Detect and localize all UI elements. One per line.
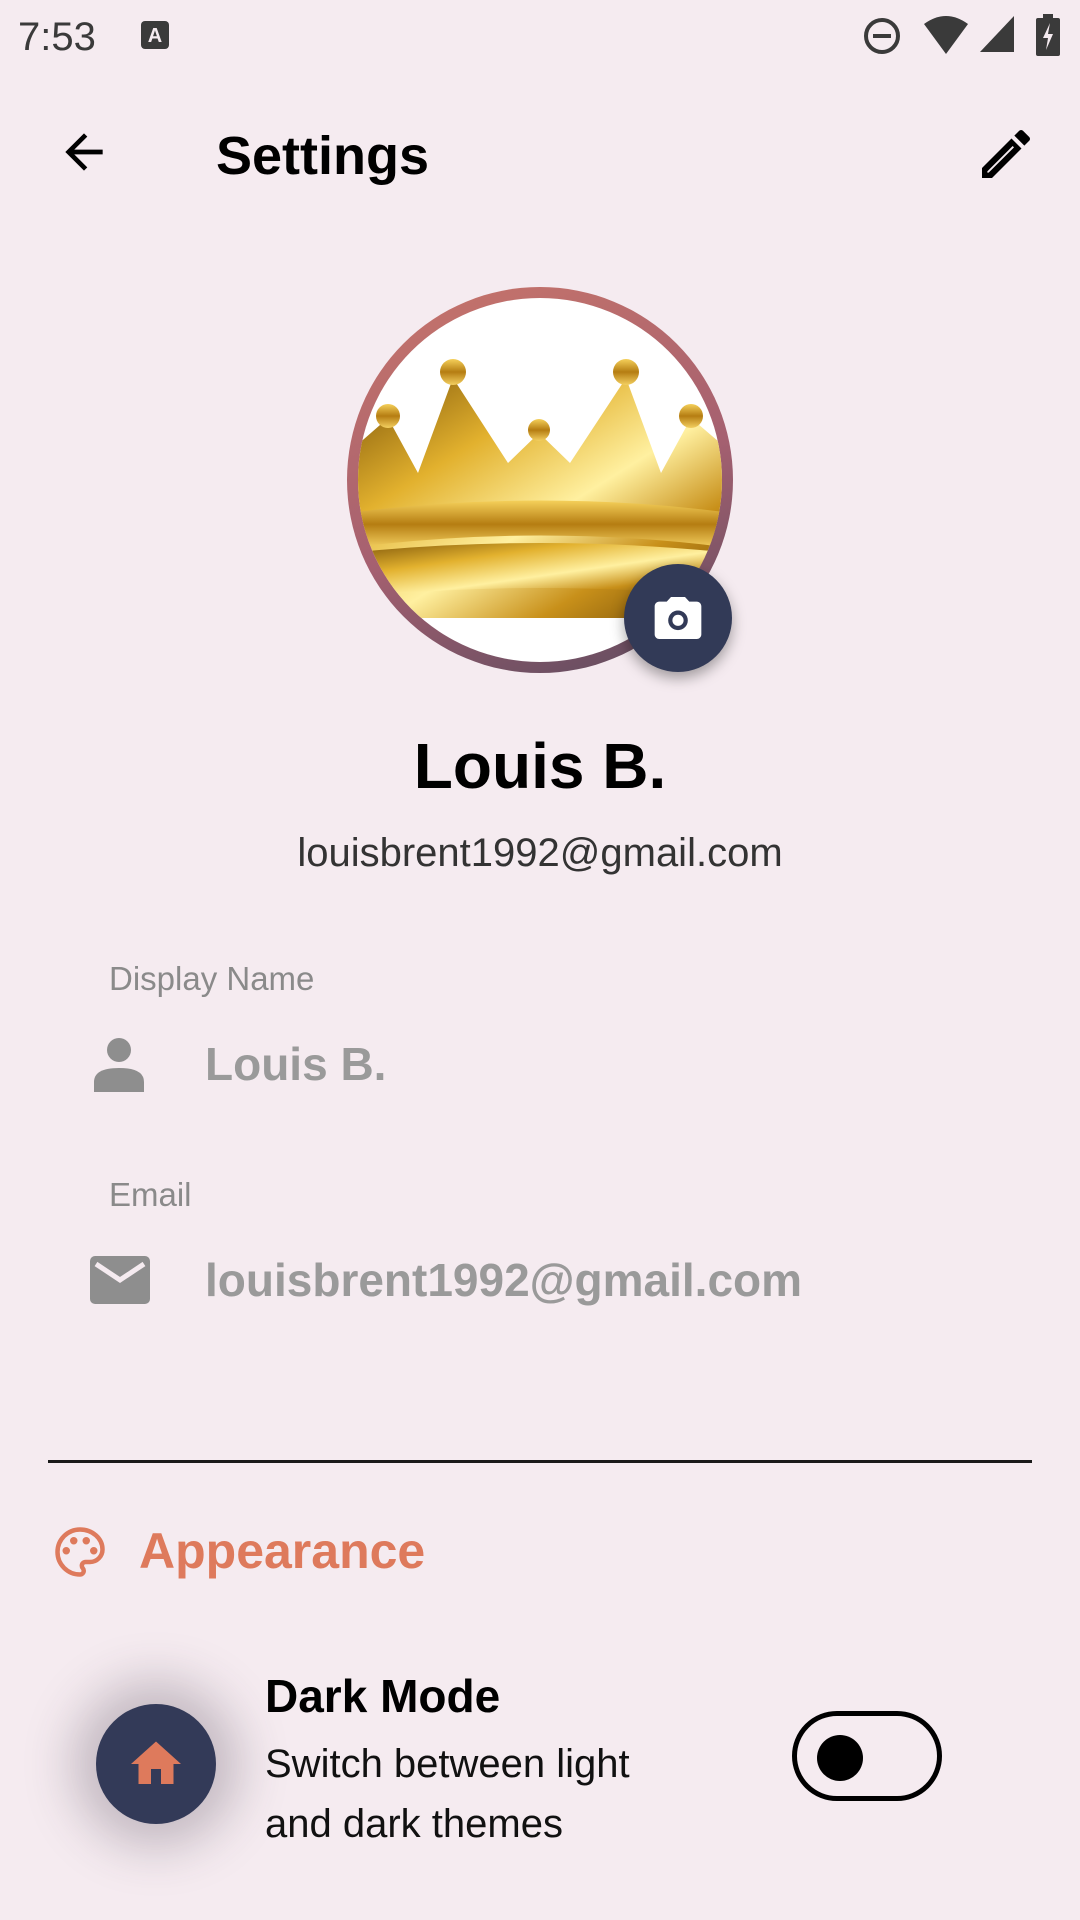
arrow-back-icon	[65, 133, 103, 171]
do-not-disturb-icon	[864, 18, 900, 54]
wifi-icon	[924, 16, 968, 54]
status-time: 7:53	[18, 15, 96, 59]
pencil-icon	[982, 129, 1031, 178]
email-field[interactable]: louisbrent1992@gmail.com	[205, 1252, 802, 1308]
email-icon	[90, 1256, 150, 1304]
display-name-field[interactable]: Louis B.	[205, 1036, 386, 1092]
page-title: Settings	[216, 126, 430, 186]
toggle-knob	[817, 1735, 863, 1781]
a-notification-icon: A	[141, 21, 169, 49]
dark-mode-title: Dark Mode	[265, 1670, 501, 1722]
email-label: Email	[109, 1176, 192, 1213]
home-button[interactable]	[96, 1704, 216, 1824]
person-icon	[94, 1038, 144, 1092]
appearance-section-title: Appearance	[139, 1523, 426, 1579]
dark-mode-toggle[interactable]	[792, 1711, 942, 1801]
signal-icon	[980, 16, 1014, 52]
profile-email: louisbrent1992@gmail.com	[297, 831, 783, 875]
display-name-label: Display Name	[109, 960, 315, 997]
section-divider	[48, 1460, 1032, 1463]
battery-charging-icon	[1036, 14, 1060, 56]
change-photo-button[interactable]	[624, 564, 732, 672]
camera-icon	[654, 597, 702, 639]
dark-mode-description: Switch between light and dark themes	[265, 1742, 630, 1846]
edit-button[interactable]	[970, 118, 1042, 190]
profile-name: Louis B.	[413, 730, 667, 802]
svg-text:A: A	[148, 25, 162, 47]
back-button[interactable]	[48, 116, 120, 188]
palette-icon	[55, 1527, 105, 1577]
home-icon	[131, 1741, 181, 1784]
